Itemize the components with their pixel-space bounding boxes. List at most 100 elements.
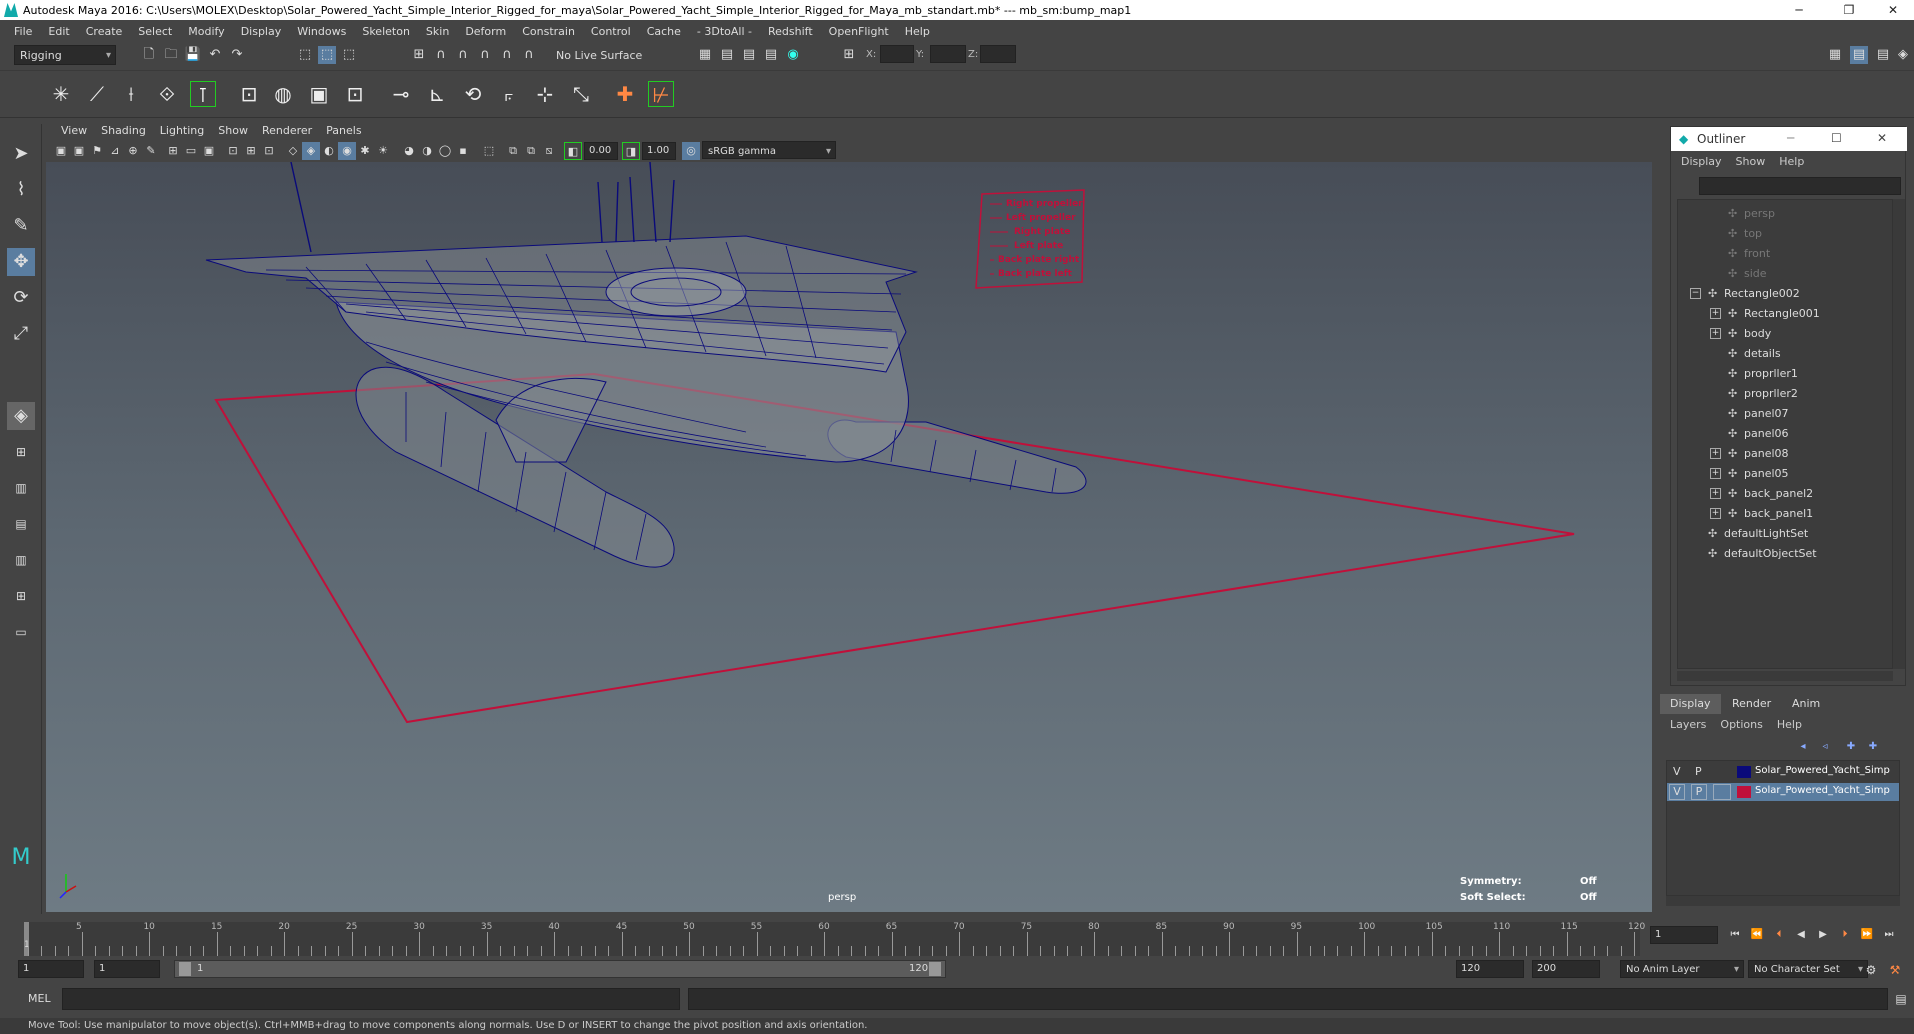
grease-pencil-icon[interactable]: ✎	[142, 142, 160, 160]
two-pane-stacked-icon[interactable]: ▤	[7, 510, 35, 538]
move-layer-down-icon[interactable]: ◃	[1816, 738, 1834, 756]
outliner-item[interactable]: ✣ defaultLightSet	[1678, 524, 1892, 544]
xray-components-icon[interactable]: ⧅	[540, 142, 558, 160]
layer-reference-toggle[interactable]	[1713, 784, 1731, 800]
color-management-icon[interactable]: ◎	[682, 142, 700, 160]
menu-3dtoall[interactable]: - 3DtoAll -	[689, 25, 760, 38]
layer-menu-help[interactable]: Help	[1777, 718, 1802, 734]
tab-render[interactable]: Render	[1722, 694, 1781, 714]
go-to-start-icon[interactable]: ⏮	[1726, 926, 1744, 944]
layer-playback-toggle[interactable]: P	[1691, 784, 1707, 800]
vp-menu-view[interactable]: View	[54, 122, 94, 140]
ik-spline-icon[interactable]: ⟊	[118, 81, 144, 107]
outliner-menu-display[interactable]: Display	[1681, 155, 1722, 173]
range-end-handle[interactable]	[929, 962, 941, 976]
range-slider-bar[interactable]: 1 120	[174, 960, 946, 978]
transform-input-icon[interactable]: ⊞	[840, 46, 858, 64]
select-object-icon[interactable]: ⬚	[318, 46, 336, 64]
animation-start-field[interactable]: 1	[18, 960, 84, 978]
gamma-icon[interactable]: ◨	[622, 142, 640, 160]
shadows-icon[interactable]: ☀	[374, 142, 392, 160]
outliner-scrollbar[interactable]	[1893, 199, 1905, 669]
open-scene-icon[interactable]: 🗀	[162, 46, 180, 64]
restore-button[interactable]: ❐	[1826, 0, 1872, 20]
new-layer-icon[interactable]: ✚	[1842, 738, 1860, 756]
step-forward-key-icon[interactable]: ⏩	[1858, 926, 1876, 944]
menu-cache[interactable]: Cache	[639, 25, 689, 38]
channel-box-toggle-icon[interactable]: ▤	[1850, 46, 1868, 64]
outliner-item[interactable]: − ✣ Rectangle002	[1678, 284, 1892, 304]
paint-select-icon[interactable]: ✎	[7, 212, 35, 240]
motion-blur-icon[interactable]: ◑	[418, 142, 436, 160]
vp-menu-lighting[interactable]: Lighting	[153, 122, 211, 140]
modeling-toolkit-icon[interactable]: ▦	[1826, 46, 1844, 64]
layer-playback-toggle[interactable]: P	[1695, 765, 1702, 778]
view-transform-dropdown[interactable]: sRGB gamma	[702, 141, 836, 159]
play-forward-icon[interactable]: ▶	[1814, 926, 1832, 944]
outliner-item[interactable]: ✣ proprller1	[1678, 364, 1892, 384]
move-layer-up-icon[interactable]: ◂	[1794, 738, 1812, 756]
outliner-item[interactable]: + ✣ back_panel1	[1678, 504, 1892, 524]
anim-prefs-icon[interactable]: ⚒	[1886, 961, 1904, 979]
go-to-end-icon[interactable]: ⏭	[1880, 926, 1898, 944]
exposure-icon[interactable]: ◧	[564, 142, 582, 160]
layouts-icon[interactable]: ▭	[7, 618, 35, 646]
ik-handle-icon[interactable]: ⟋	[84, 81, 110, 107]
menu-skeleton[interactable]: Skeleton	[354, 25, 418, 38]
hypershade-icon[interactable]: ◉	[784, 46, 802, 64]
outliner-maximize-icon[interactable]: ☐	[1831, 131, 1842, 145]
perspective-viewport[interactable]: Right propeller Left propeller Right pla…	[46, 162, 1652, 912]
outliner-item[interactable]: + ✣ body	[1678, 324, 1892, 344]
select-tool-icon[interactable]: ➤	[7, 140, 35, 168]
outliner-item[interactable]: ✣ panel06	[1678, 424, 1892, 444]
menu-set-dropdown[interactable]: Rigging	[14, 45, 116, 65]
outliner-search-input[interactable]	[1699, 177, 1901, 195]
command-input[interactable]	[62, 988, 680, 1010]
graph-persp-icon[interactable]: ⊞	[7, 582, 35, 610]
step-forward-frame-icon[interactable]: ⏵	[1836, 926, 1854, 944]
smooth-shade-icon[interactable]: ◈	[302, 142, 320, 160]
gamma-field[interactable]: 1.00	[642, 142, 676, 160]
parent-constraint-icon[interactable]: ⊹	[532, 81, 558, 107]
pole-vector-icon[interactable]: ⤡	[568, 81, 594, 107]
render-frame-icon[interactable]: ▤	[718, 46, 736, 64]
snap-surface-icon[interactable]: ∩	[498, 46, 516, 64]
wireframe-on-shaded-icon[interactable]: ◐	[320, 142, 338, 160]
isolate-select-icon[interactable]: ⬚	[480, 142, 498, 160]
menu-deform[interactable]: Deform	[457, 25, 514, 38]
layer-visibility-toggle[interactable]: V	[1669, 784, 1685, 800]
tab-display[interactable]: Display	[1660, 694, 1721, 714]
menu-help[interactable]: Help	[897, 25, 938, 38]
redo-icon[interactable]: ↷	[228, 46, 246, 64]
mirror-joint-icon[interactable]: ⟐	[154, 81, 180, 107]
wrap-deformer-icon[interactable]: ⊡	[342, 81, 368, 107]
expand-icon[interactable]: +	[1710, 308, 1721, 319]
menu-display[interactable]: Display	[233, 25, 290, 38]
range-start-handle[interactable]	[179, 962, 191, 976]
field-chart-icon[interactable]: ⊞	[242, 142, 260, 160]
layer-color-swatch[interactable]	[1737, 766, 1751, 778]
tool-settings-toggle-icon[interactable]: ◈	[1894, 46, 1912, 64]
camera-select-icon[interactable]: ▣	[52, 142, 70, 160]
menu-openflight[interactable]: OpenFlight	[821, 25, 897, 38]
vp-menu-panels[interactable]: Panels	[319, 122, 368, 140]
tab-anim[interactable]: Anim	[1782, 694, 1830, 714]
resolution-gate-icon[interactable]: ▣	[200, 142, 218, 160]
layer-visibility-toggle[interactable]: V	[1673, 765, 1681, 778]
make-live-icon[interactable]: ∩	[520, 46, 538, 64]
wireframe-icon[interactable]: ◇	[284, 142, 302, 160]
close-button[interactable]: ✕	[1870, 0, 1914, 20]
film-gate-icon[interactable]: ▭	[182, 142, 200, 160]
menu-windows[interactable]: Windows	[289, 25, 354, 38]
layer-row[interactable]: V P Solar_Powered_Yacht_Simp	[1667, 763, 1899, 781]
outliner-hscrollbar[interactable]	[1677, 671, 1893, 681]
new-scene-icon[interactable]: 🗋	[140, 46, 158, 64]
anti-aliasing-icon[interactable]: ◯	[436, 142, 454, 160]
expand-icon[interactable]: +	[1710, 448, 1721, 459]
layer-hscrollbar[interactable]	[1666, 896, 1900, 906]
outliner-item[interactable]: + ✣ panel05	[1678, 464, 1892, 484]
mel-label[interactable]: MEL	[28, 992, 51, 1005]
image-plane-icon[interactable]: ⊿	[106, 142, 124, 160]
menu-constrain[interactable]: Constrain	[514, 25, 583, 38]
camera-attributes-icon[interactable]: ▣	[70, 142, 88, 160]
